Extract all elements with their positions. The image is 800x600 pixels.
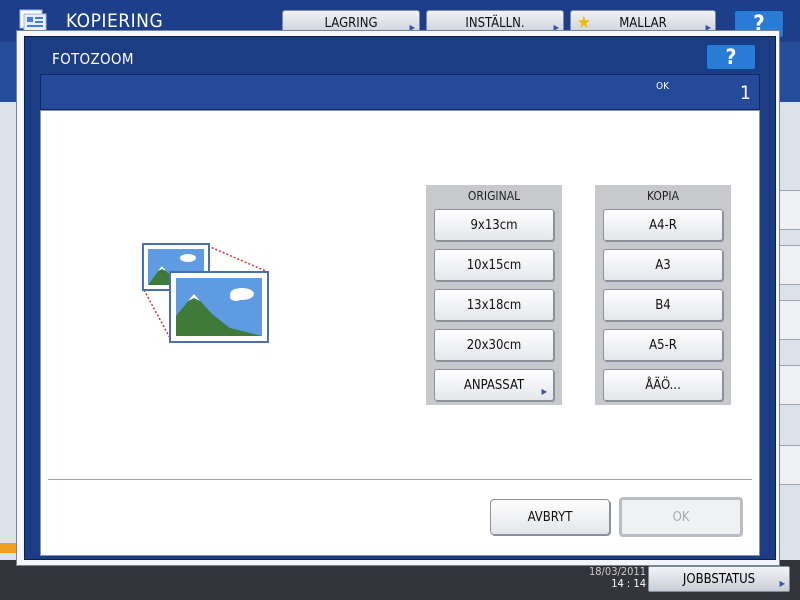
copy-a3-button[interactable]: A3 [603, 249, 723, 281]
arrow-right-icon: ▶ [779, 579, 785, 588]
copy-a5r-button[interactable]: A5-R [603, 329, 723, 361]
original-9x13-button[interactable]: 9x13cm [434, 209, 554, 241]
dialog-help-button[interactable]: ? [706, 44, 756, 70]
job-status-label: JOBBSTATUS [682, 571, 756, 587]
original-size-group: ORIGINAL 9x13cm 10x15cm 13x18cm 20x30cm … [426, 185, 562, 405]
copy-count: 1 [740, 82, 751, 104]
copy-size-group: KOPIA A4-R A3 B4 A5-R ÅÄÖ... [595, 185, 731, 405]
tab-label: INSTÄLLN. [465, 15, 525, 31]
dialog-title: FOTOZOOM [52, 50, 134, 68]
photo-zoom-icon [142, 243, 269, 343]
copy-heading: KOPIA [647, 189, 679, 203]
job-status-button[interactable]: JOBBSTATUS ▶ [648, 566, 790, 592]
copy-more-button[interactable]: ÅÄÖ... [603, 369, 723, 401]
cancel-button[interactable]: AVBRYT [490, 499, 610, 535]
divider [48, 479, 752, 480]
custom-label: ANPASSAT [463, 377, 525, 393]
arrow-right-icon: ▶ [541, 387, 547, 396]
original-13x18-button[interactable]: 13x18cm [434, 289, 554, 321]
ok-button[interactable]: OK [619, 497, 743, 537]
dialog-status-bar [40, 74, 760, 110]
copy-b4-button[interactable]: B4 [603, 289, 723, 321]
original-20x30-button[interactable]: 20x30cm [434, 329, 554, 361]
time-text: 14 : 14 [611, 577, 646, 590]
tab-label: LAGRING [324, 15, 378, 31]
app-title: KOPIERING [66, 10, 164, 32]
original-heading: ORIGINAL [467, 189, 521, 203]
clock: 18/03/2011 14 : 14 [586, 566, 646, 590]
original-10x15-button[interactable]: 10x15cm [434, 249, 554, 281]
status-message: OK [656, 81, 669, 92]
copy-a4r-button[interactable]: A4-R [603, 209, 723, 241]
original-custom-button[interactable]: ANPASSAT ▶ [434, 369, 554, 401]
tab-label: MALLAR [619, 15, 667, 31]
